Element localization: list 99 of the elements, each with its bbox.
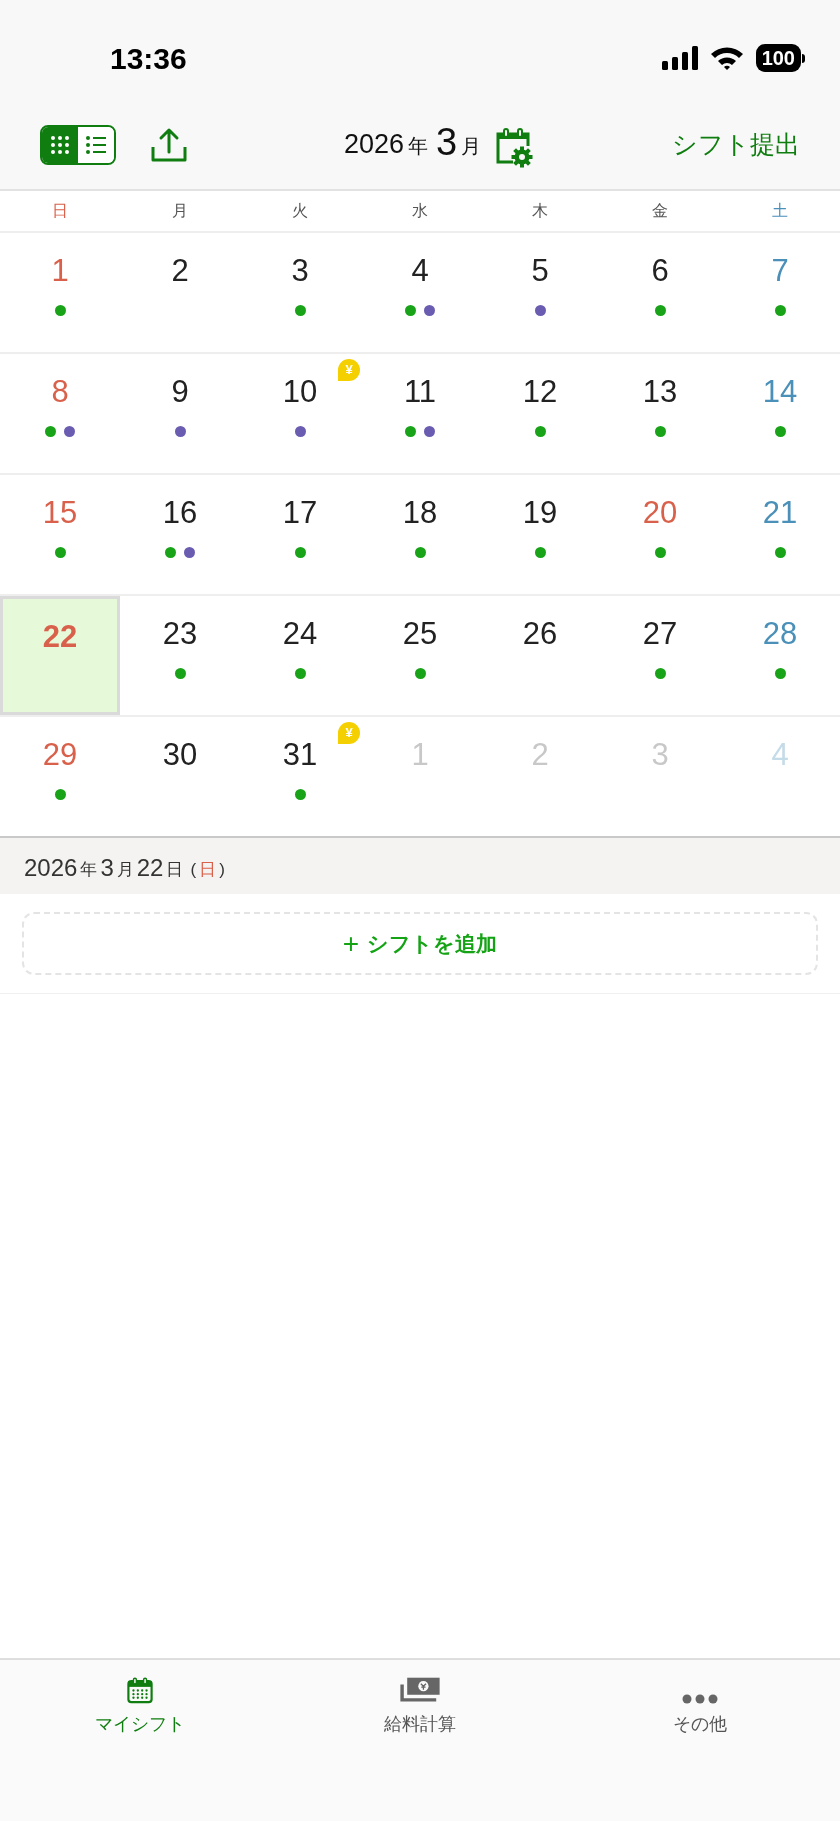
submit-shift-link[interactable]: シフト提出 (672, 125, 800, 164)
day-number: 6 (651, 252, 669, 290)
day-number: 16 (162, 494, 198, 532)
day-number: 7 (771, 252, 789, 290)
calendar-day-cell[interactable]: 20 (600, 475, 720, 594)
date-year-unit: 年 (80, 859, 98, 881)
day-number: 1 (51, 252, 69, 290)
calendar-day-cell[interactable]: 27 (600, 596, 720, 715)
list-icon (85, 134, 107, 155)
calendar-day-cell[interactable]: 14 (720, 354, 840, 473)
day-number: 24 (282, 615, 318, 653)
calendar-day-cell[interactable]: 4 (360, 233, 480, 352)
calendar-day-cell[interactable]: 3 (240, 233, 360, 352)
calendar-day-cell[interactable]: 10 ¥ (240, 354, 360, 473)
day-number: 4 (411, 252, 429, 290)
day-number: 9 (171, 373, 189, 411)
month-unit: 月 (461, 134, 482, 159)
date-year: 2026 (24, 854, 78, 882)
calendar-day-cell[interactable]: 7 (720, 233, 840, 352)
day-number: 15 (42, 494, 78, 532)
day-number: 12 (522, 373, 558, 411)
add-shift-label: シフトを追加 (367, 930, 498, 957)
wifi-icon (709, 46, 744, 70)
day-number: 11 (403, 373, 437, 411)
calendar-day-cell[interactable]: 26 (480, 596, 600, 715)
calendar-day-cell[interactable]: 23 (120, 596, 240, 715)
day-number: 10 (282, 373, 318, 411)
calendar-day-cell[interactable]: 16 (120, 475, 240, 594)
day-number: 23 (162, 615, 198, 653)
day-number: 21 (762, 494, 798, 532)
weekday-label: 木 (531, 201, 549, 221)
calendar-day-cell[interactable]: 31 ¥ (240, 717, 360, 836)
day-number: 28 (762, 615, 798, 653)
month-text: 3 (436, 120, 458, 164)
clock-time: 13:36 (110, 40, 187, 77)
calendar-day-cell[interactable]: 13 (600, 354, 720, 473)
day-number: 27 (642, 615, 678, 653)
day-number: 25 (402, 615, 438, 653)
payday-badge: ¥ (338, 359, 360, 381)
date-day: 22 (136, 854, 164, 882)
calendar-day-cell[interactable]: 29 (0, 717, 120, 836)
day-number: 20 (642, 494, 678, 532)
calendar-day-cell[interactable]: 6 (600, 233, 720, 352)
calendar-day-cell[interactable]: 21 (720, 475, 840, 594)
view-toggle-button[interactable] (78, 126, 114, 163)
day-number: 31 (282, 736, 318, 774)
year-text: 2026 (344, 128, 405, 161)
tab-bar-item[interactable]: マイシフト (0, 1676, 280, 1738)
year-unit: 年 (408, 134, 429, 159)
weekday-label: 土 (771, 201, 789, 221)
day-number: 26 (522, 615, 558, 653)
day-number: 17 (282, 494, 318, 532)
day-number: 14 (762, 373, 798, 411)
tab-bar-item[interactable]: 給料計算 (280, 1676, 560, 1738)
calendar-day-cell[interactable]: 11 (360, 354, 480, 473)
date-month: 3 (100, 854, 114, 882)
calendar-day-cell[interactable]: 17 (240, 475, 360, 594)
date-day-unit: 日 (166, 859, 184, 881)
weekday-label: 月 (171, 201, 189, 221)
plus-icon: + (342, 929, 360, 958)
weekday-label: 日 (51, 201, 69, 221)
calendar-day-cell[interactable]: 25 (360, 596, 480, 715)
calendar-day-cell[interactable]: 24 (240, 596, 360, 715)
battery-level: 100 (755, 44, 801, 72)
payday-badge: ¥ (338, 722, 360, 744)
day-number: 19 (522, 494, 558, 532)
tab-bar-item[interactable]: その他 (560, 1676, 840, 1738)
paren-close: ) (219, 859, 225, 881)
day-number: 30 (162, 736, 198, 774)
day-number: 2 (171, 252, 189, 290)
calendar-day-cell[interactable]: 15 (0, 475, 120, 594)
day-number: 18 (402, 494, 438, 532)
date-weekday: 日 (199, 859, 217, 881)
day-number: 8 (51, 373, 69, 411)
weekday-label: 水 (411, 201, 429, 221)
signal-icon (661, 46, 698, 70)
calendar-day-cell[interactable]: 18 (360, 475, 480, 594)
calendar-day-cell[interactable]: 1 (0, 233, 120, 352)
calendar-day-cell[interactable]: 30 (120, 717, 240, 836)
day-number: 4 (771, 736, 789, 774)
weekday-label: 火 (291, 201, 309, 221)
grid-icon (50, 134, 70, 155)
day-number: 3 (291, 252, 309, 290)
view-toggle-button[interactable] (42, 126, 78, 163)
calendar-day-cell[interactable]: 28 (720, 596, 840, 715)
calendar-day-cell[interactable]: 19 (480, 475, 600, 594)
calendar-day-cell[interactable]: 12 (480, 354, 600, 473)
calendar-day-cell[interactable]: 9 (120, 354, 240, 473)
date-month-unit: 月 (116, 859, 134, 881)
day-number: 22 (42, 618, 78, 656)
calendar-day-cell[interactable]: 8 (0, 354, 120, 473)
day-number: 29 (42, 736, 78, 774)
calendar-day-cell[interactable]: 2 (120, 233, 240, 352)
day-number: 5 (531, 252, 549, 290)
more-icon (680, 1693, 720, 1705)
paren-open: ( (190, 859, 197, 881)
calendar-day-cell[interactable]: 5 (480, 233, 600, 352)
weekday-label: 金 (651, 201, 669, 221)
day-number: 13 (642, 373, 678, 411)
